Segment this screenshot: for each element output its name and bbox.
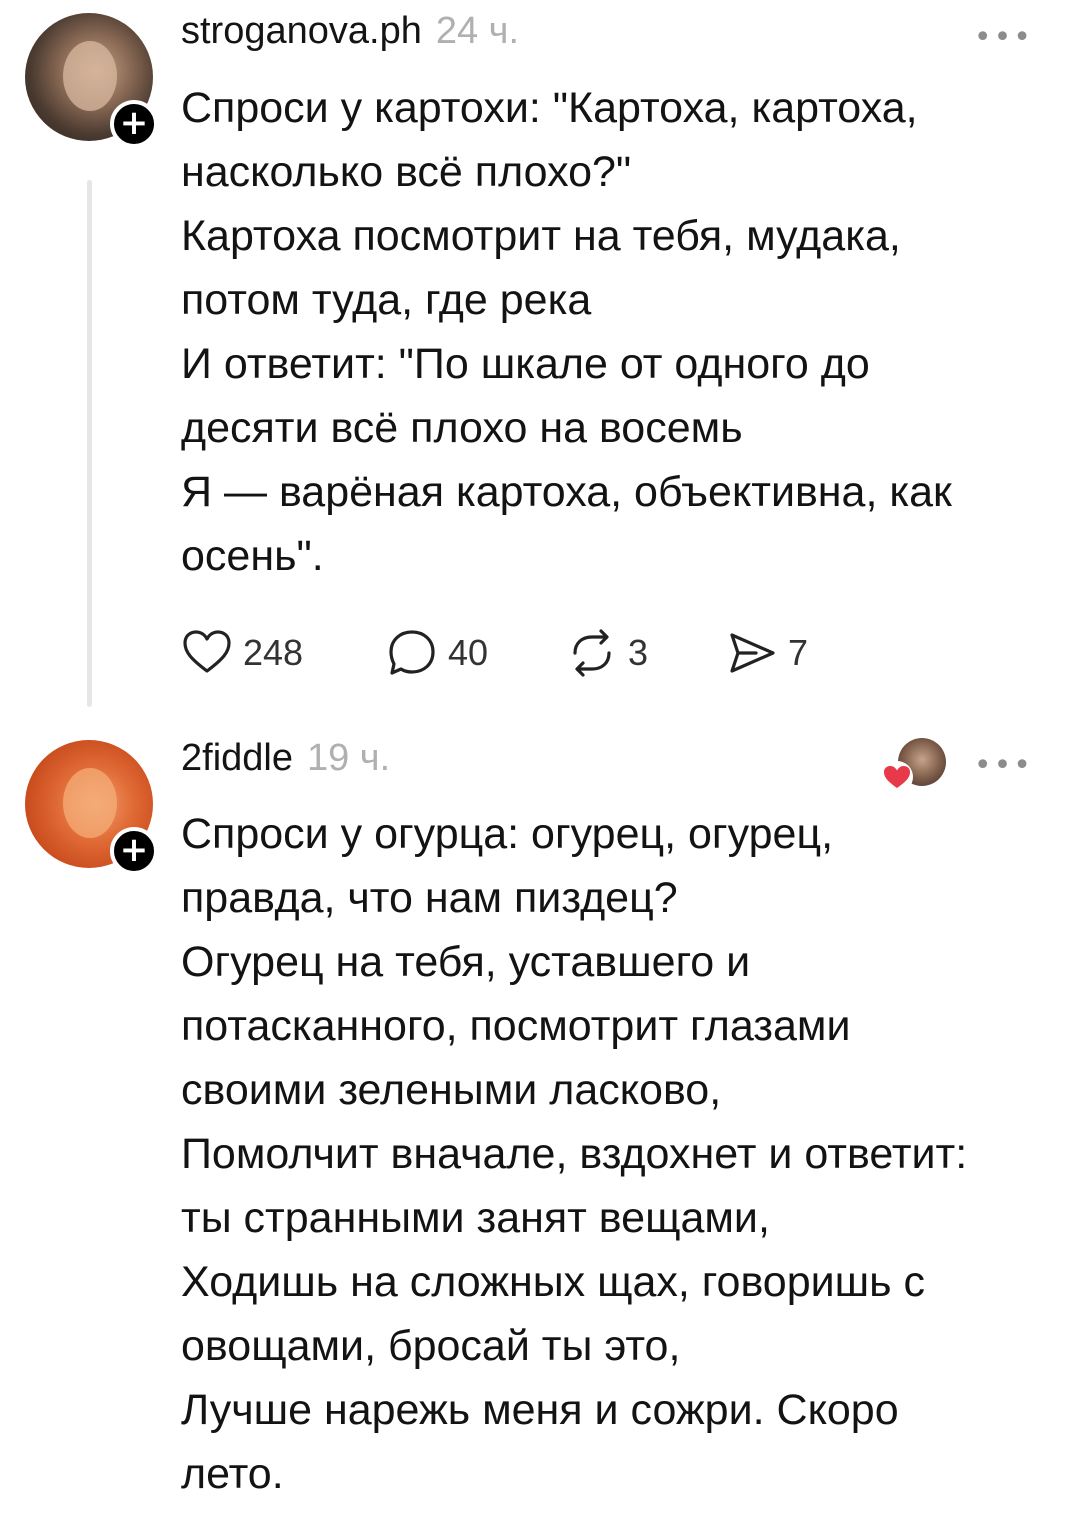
thread-connector-line xyxy=(87,180,92,707)
follow-plus-icon[interactable]: + xyxy=(110,100,158,148)
post-text: Спроси у огурца: огурец, огурец, правда,… xyxy=(181,802,1051,1506)
text-line: десяти всё плохо на восемь xyxy=(181,404,743,452)
text-line: правда, что нам пиздец? xyxy=(181,874,678,922)
text-line: насколько всё плохо?" xyxy=(181,148,632,196)
red-heart-icon xyxy=(881,761,913,793)
post-time: 19 ч. xyxy=(306,737,391,779)
text-line: Ходишь на сложных щах, говоришь с xyxy=(181,1258,925,1306)
speech-bubble-icon xyxy=(389,630,435,675)
heart-outline-icon xyxy=(183,630,231,673)
like-count: 248 xyxy=(243,632,304,673)
username[interactable]: 2fiddle xyxy=(181,737,293,780)
text-line: лето. xyxy=(181,1450,284,1498)
text-line: своими зелеными ласково, xyxy=(181,1066,722,1114)
text-line: Я — варёная картоха, объективна, как xyxy=(181,468,952,516)
more-options-icon[interactable]: ••• xyxy=(974,748,1033,783)
text-line: Картоха посмотрит на тебя, мудака, xyxy=(181,212,901,260)
text-line: Огурец на тебя, уставшего и xyxy=(181,938,751,986)
post-header: 2fiddle 19 ч. xyxy=(181,737,390,797)
comment-button[interactable]: 40 xyxy=(386,627,566,679)
comment-count: 40 xyxy=(448,632,489,673)
text-line: Спроси у огурца: огурец, огурец, xyxy=(181,810,834,858)
text-line: Лучше нарежь меня и сожри. Скоро xyxy=(181,1386,899,1434)
post-actions: 248 40 3 7 xyxy=(181,628,846,678)
avatar-face xyxy=(63,41,117,111)
repost-arrows-icon xyxy=(573,629,611,677)
post-time: 24 ч. xyxy=(435,10,520,52)
follow-plus-icon[interactable]: + xyxy=(110,827,158,875)
more-options-icon[interactable]: ••• xyxy=(974,20,1033,55)
username[interactable]: stroganova.ph xyxy=(181,10,422,53)
text-line: осень". xyxy=(181,532,324,580)
text-line: овощами, бросай ты это, xyxy=(181,1322,681,1370)
text-line: Помолчит вначале, вздохнет и ответит: xyxy=(181,1130,968,1178)
text-line: потасканного, посмотрит глазами xyxy=(181,1002,851,1050)
avatar-face xyxy=(63,768,117,838)
text-line: Спроси у картохи: "Картоха, картоха, xyxy=(181,84,918,132)
share-button[interactable]: 7 xyxy=(726,627,846,679)
text-line: И ответит: "По шкале от одного до xyxy=(181,340,870,388)
like-button[interactable]: 248 xyxy=(181,627,386,679)
text-line: ты странными занят вещами, xyxy=(181,1194,770,1242)
repost-button[interactable]: 3 xyxy=(566,627,726,679)
post-header: stroganova.ph 24 ч. xyxy=(181,10,519,70)
share-count: 7 xyxy=(788,632,809,673)
text-line: потом туда, где река xyxy=(181,276,592,324)
post-text: Спроси у картохи: "Картоха, картоха, нас… xyxy=(181,76,1051,588)
paper-plane-icon xyxy=(730,633,775,673)
repost-count: 3 xyxy=(628,632,649,673)
